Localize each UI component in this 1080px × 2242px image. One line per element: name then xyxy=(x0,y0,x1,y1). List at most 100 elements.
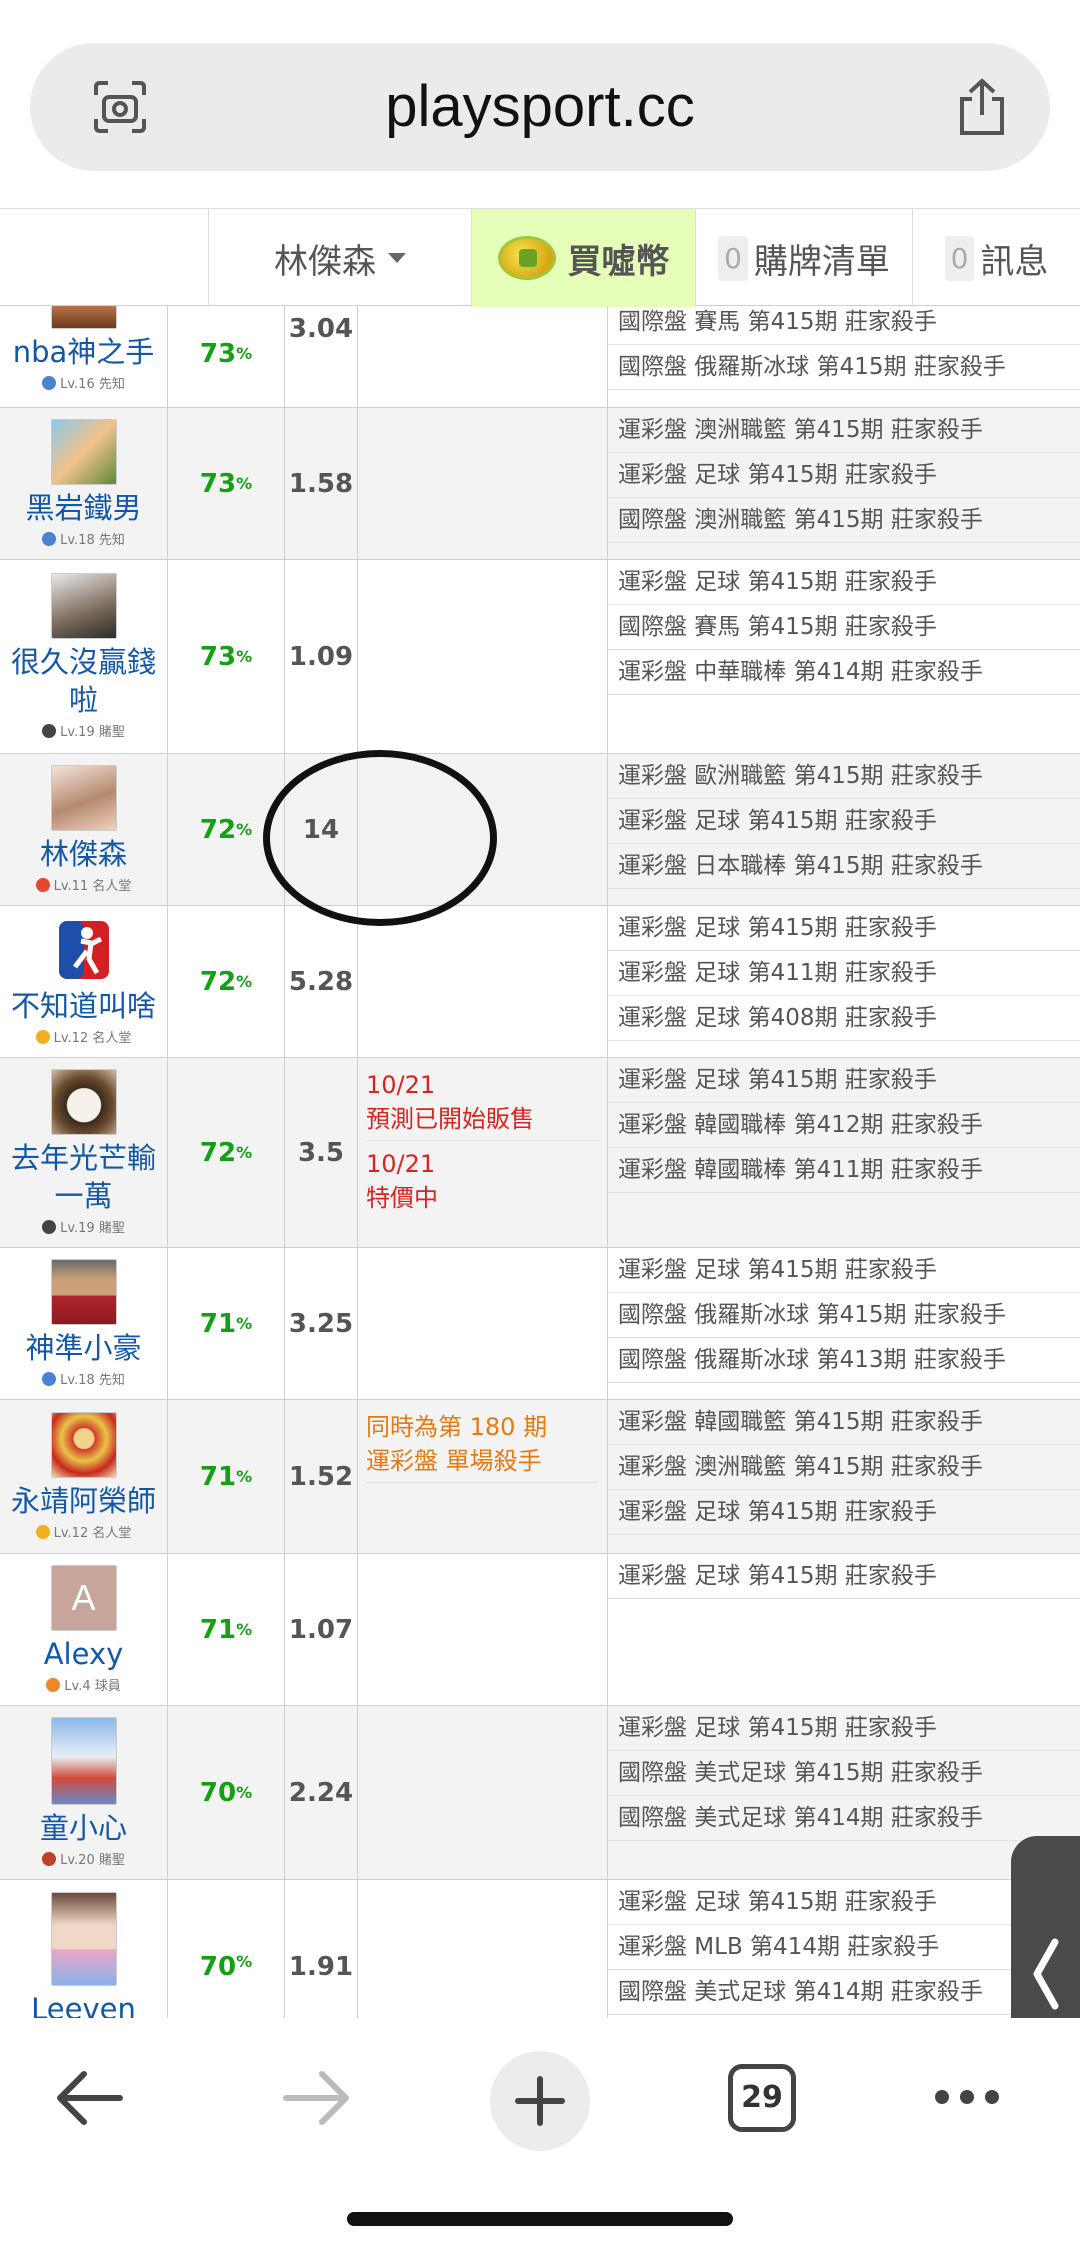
avatar[interactable] xyxy=(50,1717,117,1805)
achievement-list: 運彩盤 足球 第415期 莊家殺手 國際盤 俄羅斯冰球 第415期 莊家殺手 國… xyxy=(608,1248,1080,1399)
user-cell: Leeven xyxy=(0,1880,168,2018)
list-item: 國際盤 澳洲職籃 第415期 莊家殺手 xyxy=(608,498,1080,543)
killer-notice[interactable]: 同時為第 180 期 運彩盤 單場殺手 xyxy=(366,1410,599,1483)
circle-annotation xyxy=(263,750,497,926)
table-row: A Alexy Lv.4 球員 71% 1.07 運彩盤 足球 第415期 莊家… xyxy=(0,1554,1080,1706)
list-item: 運彩盤 足球 第415期 莊家殺手 xyxy=(608,906,1080,951)
achievement-list: 運彩盤 足球 第415期 莊家殺手 運彩盤 足球 第411期 莊家殺手 運彩盤 … xyxy=(608,906,1080,1057)
list-item: 運彩盤 韓國職棒 第412期 莊家殺手 xyxy=(608,1103,1080,1148)
share-icon[interactable] xyxy=(954,77,1010,137)
level-label: Lv.11 名人堂 xyxy=(35,875,131,894)
level-label: Lv.12 名人堂 xyxy=(35,1522,131,1541)
home-indicator[interactable] xyxy=(347,2212,733,2226)
win-rate: 71% xyxy=(168,1400,285,1553)
level-badge-icon xyxy=(42,1851,57,1866)
avatar[interactable] xyxy=(50,917,117,983)
sale-notice[interactable]: 10/21 預測已開始販售 xyxy=(366,1068,599,1141)
username-link[interactable]: 永靖阿榮師 xyxy=(11,1482,156,1520)
list-item: 運彩盤 韓國職籃 第415期 莊家殺手 xyxy=(608,1400,1080,1445)
url-text[interactable]: playsport.cc xyxy=(30,43,1050,171)
list-item: 運彩盤 韓國職棒 第411期 莊家殺手 xyxy=(608,1148,1080,1193)
avatar[interactable] xyxy=(50,306,117,329)
site-header: 林傑森 買噓幣 0 購牌清單 0 訊息 xyxy=(0,208,1080,307)
user-menu[interactable]: 林傑森 xyxy=(208,209,471,307)
username-link[interactable]: Leeven xyxy=(31,1990,136,2018)
back-arrow-icon[interactable] xyxy=(54,2066,126,2130)
level-label: Lv.18 先知 xyxy=(42,1369,125,1388)
buy-coins-button[interactable]: 買噓幣 xyxy=(471,209,695,307)
win-rate: 70% xyxy=(168,1706,285,1879)
new-tab-button[interactable] xyxy=(490,2051,590,2151)
avatar[interactable] xyxy=(50,1412,117,1478)
user-cell: nba神之手 Lv.16 先知 xyxy=(0,306,168,407)
odds-value: 1.58 xyxy=(285,408,358,559)
level-label: Lv.19 賭聖 xyxy=(42,721,125,740)
win-rate: 73% xyxy=(168,560,285,753)
username-link[interactable]: Alexy xyxy=(44,1635,124,1673)
tabs-icon[interactable]: 29 xyxy=(728,2064,796,2132)
username-link[interactable]: nba神之手 xyxy=(13,333,155,371)
chevron-down-icon xyxy=(388,253,406,263)
achievement-list: 國際盤 賽馬 第415期 莊家殺手 國際盤 俄羅斯冰球 第415期 莊家殺手 xyxy=(608,306,1080,407)
win-rate: 70% xyxy=(168,1880,285,2018)
odds-value: 3.5 xyxy=(285,1058,358,1247)
list-item: 運彩盤 澳洲職籃 第415期 莊家殺手 xyxy=(608,408,1080,453)
avatar[interactable] xyxy=(50,1259,117,1325)
purchase-list-button[interactable]: 0 購牌清單 xyxy=(695,209,912,307)
forward-arrow-icon[interactable] xyxy=(280,2066,352,2130)
list-item: 運彩盤 足球 第408期 莊家殺手 xyxy=(608,996,1080,1041)
note-cell: 同時為第 180 期 運彩盤 單場殺手 xyxy=(358,1400,608,1553)
level-badge-icon xyxy=(42,531,57,546)
avatar[interactable] xyxy=(50,573,117,639)
address-bar[interactable]: playsport.cc xyxy=(30,43,1050,171)
level-label: Lv.12 名人堂 xyxy=(35,1027,131,1046)
plus-icon xyxy=(515,2076,565,2126)
level-badge-icon xyxy=(42,1371,57,1386)
list-item: 運彩盤 足球 第415期 莊家殺手 xyxy=(608,1880,1080,1925)
user-cell: 黑岩鐵男 Lv.18 先知 xyxy=(0,408,168,559)
messages-button[interactable]: 0 訊息 xyxy=(912,209,1080,307)
username-link[interactable]: 黑岩鐵男 xyxy=(25,489,141,527)
achievement-list: 運彩盤 足球 第415期 莊家殺手 運彩盤 MLB 第414期 莊家殺手 國際盤… xyxy=(608,1880,1080,2018)
purchase-list-count: 0 xyxy=(718,235,748,281)
avatar[interactable]: A xyxy=(50,1565,117,1631)
table-row: 神準小豪 Lv.18 先知 71% 3.25 運彩盤 足球 第415期 莊家殺手… xyxy=(0,1248,1080,1400)
win-rate: 72% xyxy=(168,1058,285,1247)
username-link[interactable]: 不知道叫啥 xyxy=(11,987,156,1025)
username-link[interactable]: 神準小豪 xyxy=(25,1329,141,1367)
username-link[interactable]: 去年光芒輸一萬 xyxy=(4,1139,164,1215)
win-rate: 73% xyxy=(168,408,285,559)
odds-value: 3.25 xyxy=(285,1248,358,1399)
list-item: 運彩盤 足球 第415期 莊家殺手 xyxy=(608,453,1080,498)
win-rate: 71% xyxy=(168,1554,285,1705)
user-cell: 童小心 Lv.20 賭聖 xyxy=(0,1706,168,1879)
level-badge-icon xyxy=(46,1677,61,1692)
username-link[interactable]: 林傑森 xyxy=(40,835,127,873)
user-cell: A Alexy Lv.4 球員 xyxy=(0,1554,168,1705)
username-link[interactable]: 童小心 xyxy=(40,1809,127,1847)
note-cell xyxy=(358,408,608,559)
note-cell xyxy=(358,1706,608,1879)
achievement-list: 運彩盤 足球 第415期 莊家殺手 運彩盤 韓國職棒 第412期 莊家殺手 運彩… xyxy=(608,1058,1080,1247)
browser-bottom-bar: 29 xyxy=(0,2018,1080,2242)
more-icon[interactable] xyxy=(932,2086,1002,2108)
list-item: 運彩盤 足球 第415期 莊家殺手 xyxy=(608,799,1080,844)
discount-notice[interactable]: 10/21 特價中 xyxy=(366,1147,599,1215)
note-cell: 10/21 預測已開始販售 10/21 特價中 xyxy=(358,1058,608,1247)
note-cell xyxy=(358,560,608,753)
avatar[interactable] xyxy=(50,765,117,831)
chevron-left-icon xyxy=(1033,1938,1059,2010)
avatar[interactable] xyxy=(50,419,117,485)
username-link[interactable]: 很久沒贏錢啦 xyxy=(9,643,159,719)
list-item: 國際盤 賽馬 第415期 莊家殺手 xyxy=(608,306,1080,345)
note-cell xyxy=(358,1880,608,2018)
odds-value: 2.24 xyxy=(285,1706,358,1879)
avatar[interactable] xyxy=(50,1069,117,1135)
list-item: 運彩盤 足球 第415期 莊家殺手 xyxy=(608,1490,1080,1535)
list-item: 國際盤 賽馬 第415期 莊家殺手 xyxy=(608,605,1080,650)
odds-value: 1.07 xyxy=(285,1554,358,1705)
level-badge-icon xyxy=(42,723,57,738)
avatar[interactable] xyxy=(50,1892,117,1986)
user-cell: 神準小豪 Lv.18 先知 xyxy=(0,1248,168,1399)
odds-value: 3.04 xyxy=(285,306,358,407)
